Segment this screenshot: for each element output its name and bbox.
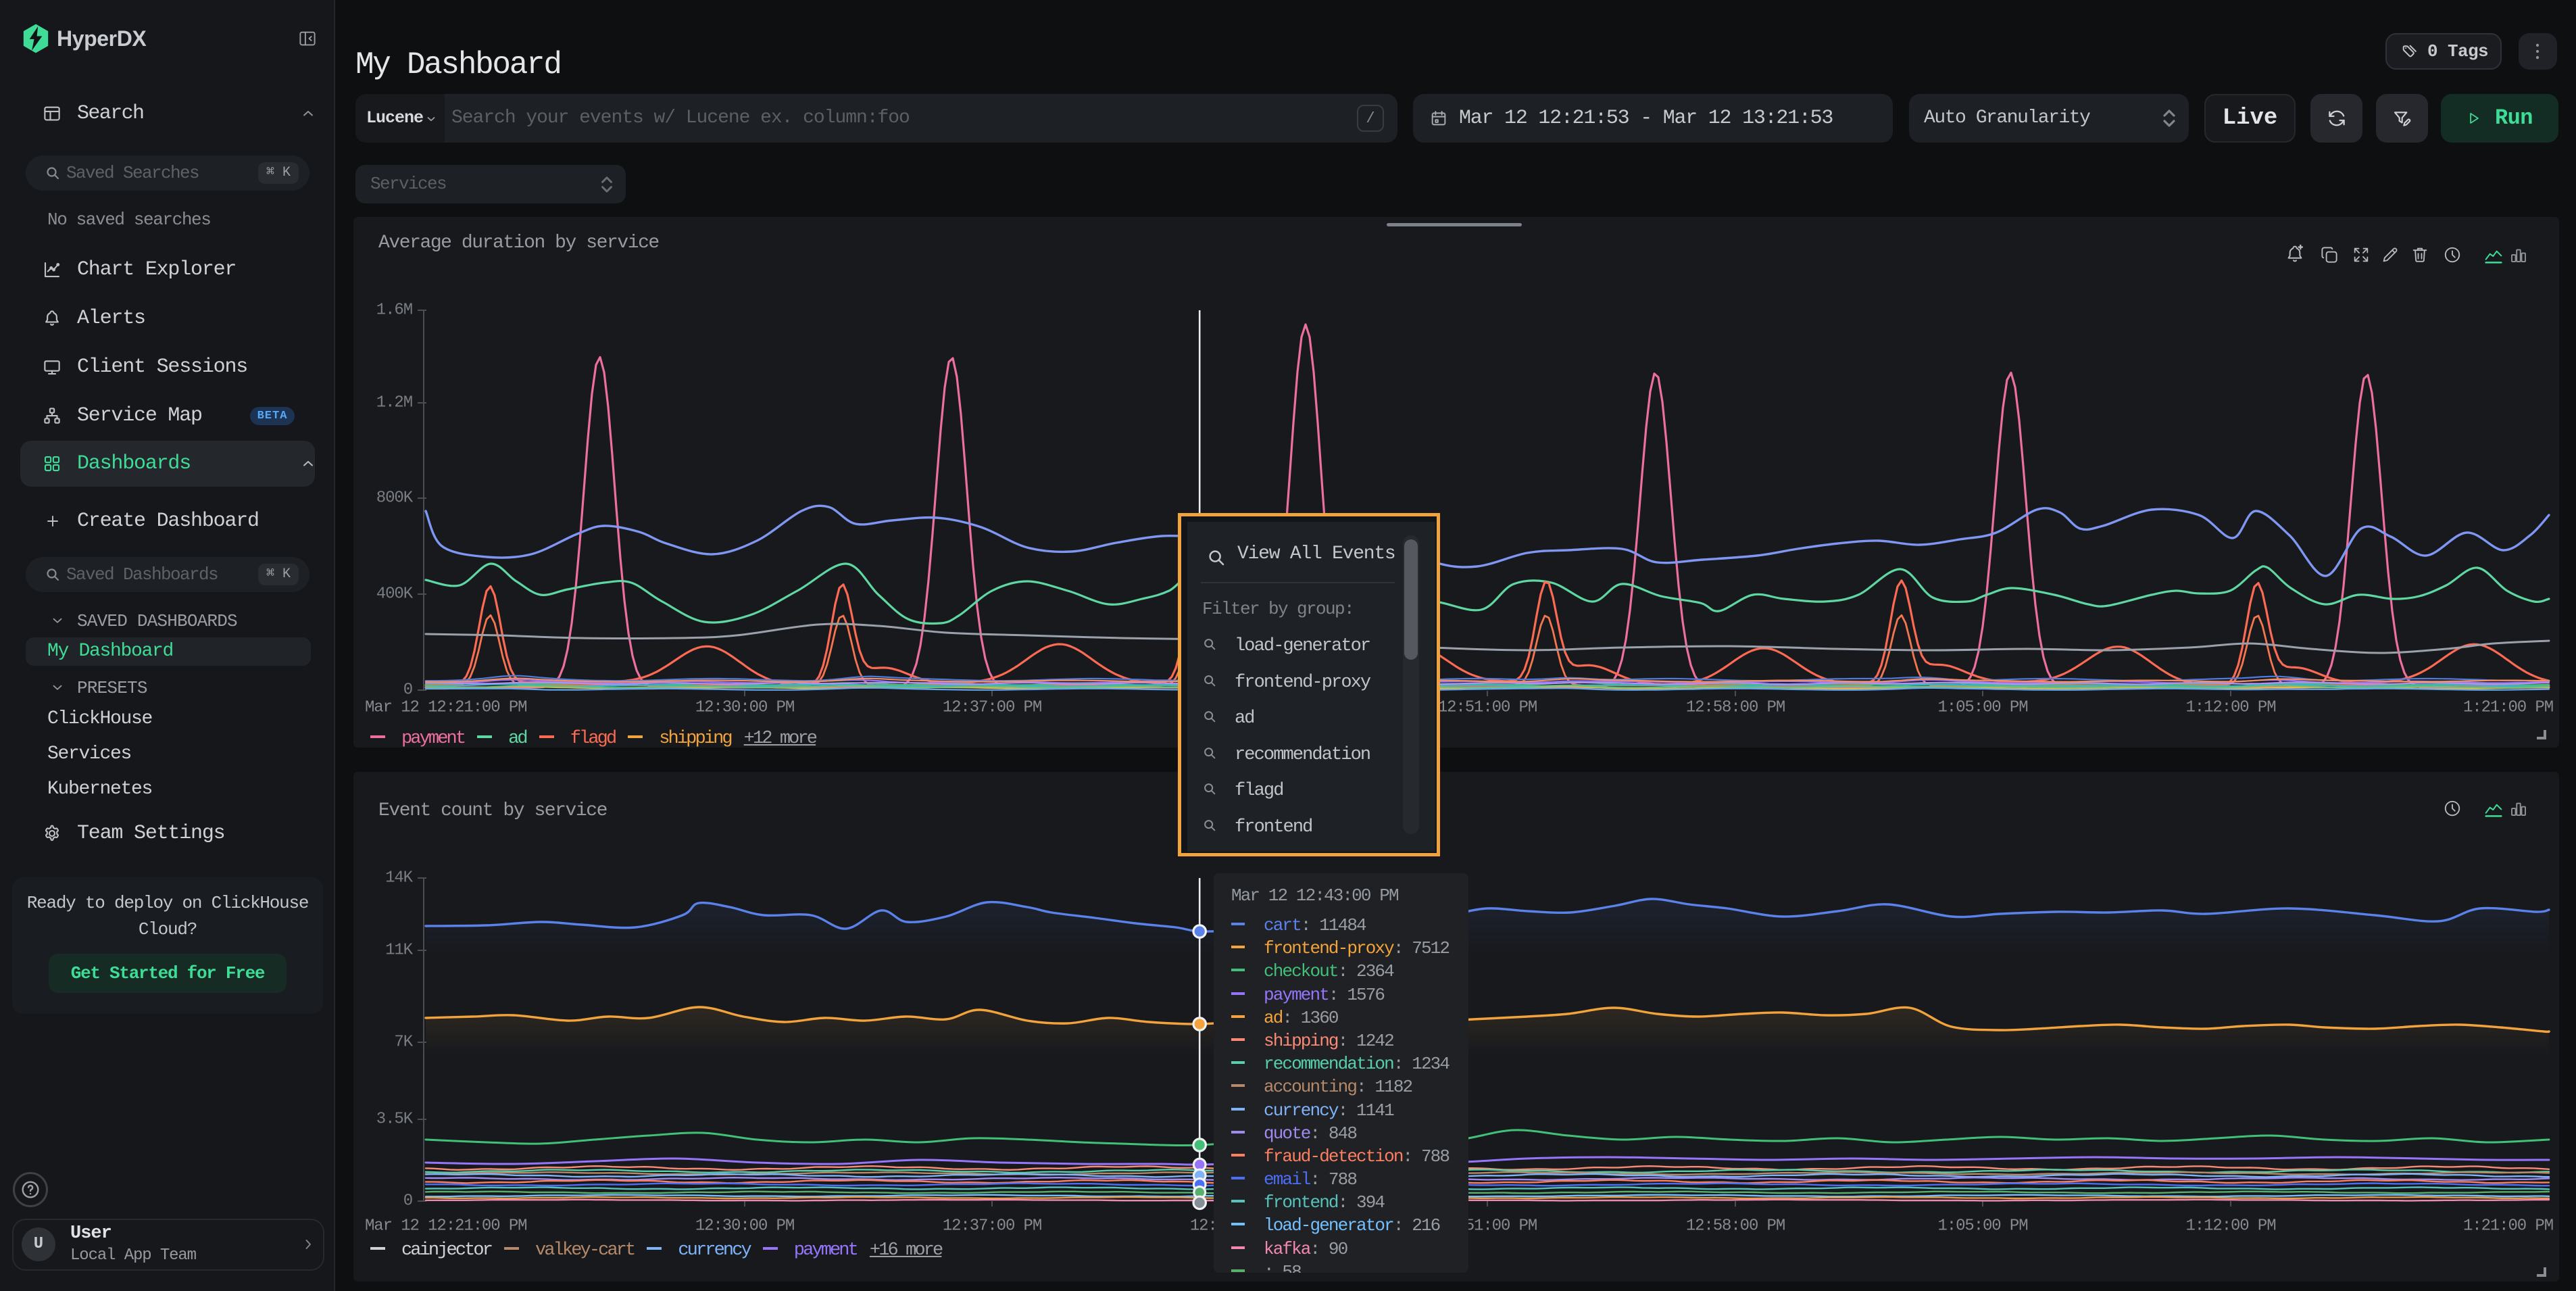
- svg-text:3.5K: 3.5K: [376, 1111, 414, 1129]
- svg-text:12:37:00 PM: 12:37:00 PM: [943, 1217, 1041, 1236]
- svg-text:7K: 7K: [394, 1033, 413, 1052]
- svg-text:11K: 11K: [385, 942, 414, 960]
- svg-text:1:12:00 PM: 1:12:00 PM: [2185, 699, 2275, 717]
- svg-text:1.2M: 1.2M: [376, 394, 412, 412]
- svg-text:14K: 14K: [385, 869, 414, 887]
- svg-text:1:05:00 PM: 1:05:00 PM: [1937, 1217, 2027, 1236]
- svg-text:0: 0: [403, 1192, 412, 1211]
- svg-text:1.6M: 1.6M: [376, 301, 412, 320]
- svg-text:12:37:00 PM: 12:37:00 PM: [943, 699, 1041, 717]
- svg-text:12:58:00 PM: 12:58:00 PM: [1686, 1217, 1785, 1236]
- svg-text:Mar 12 12:21:00 PM: Mar 12 12:21:00 PM: [365, 699, 526, 717]
- svg-text:0: 0: [403, 681, 412, 700]
- svg-text:400K: 400K: [376, 585, 414, 604]
- svg-text:12:58:00 PM: 12:58:00 PM: [1686, 699, 1785, 717]
- svg-text:1:12:00 PM: 1:12:00 PM: [2185, 1217, 2275, 1236]
- svg-text:12:30:00 PM: 12:30:00 PM: [695, 699, 794, 717]
- svg-text:1:05:00 PM: 1:05:00 PM: [1937, 699, 2027, 717]
- svg-text:12:30:00 PM: 12:30:00 PM: [695, 1217, 794, 1236]
- svg-text:800K: 800K: [376, 489, 414, 508]
- svg-text:Mar 12 12:21:00 PM: Mar 12 12:21:00 PM: [365, 1217, 526, 1236]
- svg-text:1:21:00 PM: 1:21:00 PM: [2463, 1217, 2553, 1236]
- svg-text:1:21:00 PM: 1:21:00 PM: [2463, 699, 2553, 717]
- svg-text:12:51:00 PM: 12:51:00 PM: [1438, 699, 1537, 717]
